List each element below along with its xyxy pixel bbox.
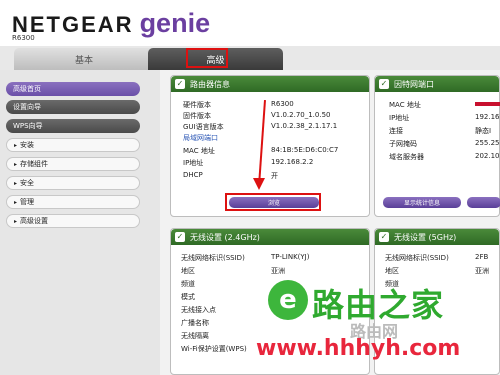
info-key: MAC 地址 bbox=[183, 147, 215, 155]
info-value: 2FB bbox=[475, 253, 489, 261]
sidebar-item-label: 存储组件 bbox=[20, 160, 49, 168]
info-key: 无线网络标识(SSID) bbox=[385, 254, 449, 262]
panel-header: ✓ 无线设置 (2.4GHz) bbox=[171, 229, 369, 245]
watermark-logo-icon: e bbox=[268, 280, 308, 320]
sidebar-item-setup[interactable]: ▸ 安装 bbox=[6, 138, 140, 152]
info-key: 连接 bbox=[389, 127, 403, 135]
expand-arrow-icon: ▸ bbox=[14, 160, 18, 168]
brand-logo: NETGEAR genie bbox=[12, 8, 210, 39]
sidebar-item-wps-wizard[interactable]: WPS向导 bbox=[6, 119, 140, 133]
sidebar-item-label: 安全 bbox=[20, 179, 35, 187]
sidebar-item-label: WPS向导 bbox=[13, 122, 43, 130]
info-key: IP地址 bbox=[183, 159, 204, 167]
info-value: 202.10 bbox=[475, 152, 500, 160]
model-label: R6300 bbox=[12, 34, 35, 42]
panel-header: ✓ 无线设置 (5GHz) bbox=[375, 229, 499, 245]
sidebar-item-label: 高级首页 bbox=[13, 85, 41, 93]
info-key: 无线接入点 bbox=[181, 306, 216, 314]
info-key: GUI语言版本 bbox=[183, 123, 224, 131]
highlight-box-advanced-tab bbox=[186, 48, 228, 68]
checkmark-icon: ✓ bbox=[175, 232, 185, 242]
panel-title: 无线设置 (5GHz) bbox=[394, 232, 457, 242]
info-value: 192.16 bbox=[475, 113, 500, 121]
info-value: 亚洲 bbox=[475, 267, 489, 275]
info-value: TP-LINK(YJ) bbox=[271, 253, 310, 261]
info-key: 域名服务器 bbox=[389, 153, 424, 161]
show-statistics-button[interactable]: 显示统计信息 bbox=[383, 197, 461, 208]
info-value: R6300 bbox=[271, 100, 294, 108]
sidebar-item-advanced-home[interactable]: 高级首页 bbox=[6, 82, 140, 96]
sidebar-item-security[interactable]: ▸ 安全 bbox=[6, 176, 140, 190]
expand-arrow-icon: ▸ bbox=[14, 179, 18, 187]
info-value: 192.168.2.2 bbox=[271, 158, 314, 166]
lan-port-link[interactable]: 局域网端口 bbox=[183, 133, 218, 143]
info-value: 开 bbox=[271, 172, 278, 180]
info-key: 广播名称 bbox=[181, 319, 209, 327]
watermark-url: www.hhhyh.com bbox=[256, 336, 461, 361]
info-value: V1.0.2.38_2.1.17.1 bbox=[271, 122, 338, 130]
annotation-arrowhead-icon bbox=[253, 178, 265, 190]
sidebar-item-label: 管理 bbox=[20, 198, 35, 206]
info-key: 地区 bbox=[385, 267, 399, 275]
mac-redacted-bar bbox=[475, 102, 500, 106]
info-value: 255.25 bbox=[475, 139, 500, 147]
info-key: 模式 bbox=[181, 293, 195, 301]
sidebar: 高级首页 设置向导 WPS向导 ▸ 安装 ▸ 存储组件 ▸ 安全 ▸ 管理 ▸ 高级设置 bbox=[0, 70, 160, 375]
info-key: 固件版本 bbox=[183, 112, 211, 120]
info-value: 84:1B:5E:D6:C0:C7 bbox=[271, 146, 339, 154]
sidebar-item-storage[interactable]: ▸ 存储组件 bbox=[6, 157, 140, 171]
info-key: IP地址 bbox=[389, 114, 410, 122]
connection-status-button[interactable] bbox=[467, 197, 500, 208]
panel-title: 路由器信息 bbox=[190, 79, 230, 89]
sidebar-item-label: 设置向导 bbox=[13, 103, 41, 111]
info-key: DHCP bbox=[183, 171, 203, 179]
info-key: MAC 地址 bbox=[389, 101, 421, 109]
header: NETGEAR genie R6300 bbox=[0, 0, 500, 48]
info-key: 频道 bbox=[181, 280, 195, 288]
info-key: 硬件版本 bbox=[183, 101, 211, 109]
info-value: V1.0.2.70_1.0.50 bbox=[271, 111, 331, 119]
checkmark-icon: ✓ bbox=[379, 232, 389, 242]
expand-arrow-icon: ▸ bbox=[14, 198, 18, 206]
info-key: 子网掩码 bbox=[389, 140, 417, 148]
info-value: 亚洲 bbox=[271, 267, 285, 275]
panel-header: ✓ 路由器信息 bbox=[171, 76, 369, 92]
info-key: 无线隔离 bbox=[181, 332, 209, 340]
brand-product: genie bbox=[139, 8, 211, 38]
expand-arrow-icon: ▸ bbox=[14, 217, 18, 225]
panel-title: 无线设置 (2.4GHz) bbox=[190, 232, 260, 242]
checkmark-icon: ✓ bbox=[379, 79, 389, 89]
sidebar-item-administration[interactable]: ▸ 管理 bbox=[6, 195, 140, 209]
sidebar-item-advanced-setup[interactable]: ▸ 高级设置 bbox=[6, 214, 140, 228]
sidebar-item-label: 安装 bbox=[20, 141, 35, 149]
info-key: 地区 bbox=[181, 267, 195, 275]
highlight-box-browse bbox=[225, 193, 321, 211]
tab-basic[interactable]: 基本 bbox=[14, 48, 154, 70]
checkmark-icon: ✓ bbox=[175, 79, 185, 89]
sidebar-item-setup-wizard[interactable]: 设置向导 bbox=[6, 100, 140, 114]
info-key: Wi-Fi保护设置(WPS) bbox=[181, 345, 247, 353]
internet-port-panel: ✓ 因特网端口 MAC 地址 IP地址 192.16 连接 静态I 子网掩码 25… bbox=[374, 75, 500, 217]
info-key: 无线网络标识(SSID) bbox=[181, 254, 245, 262]
sidebar-item-label: 高级设置 bbox=[20, 217, 49, 225]
panel-header: ✓ 因特网端口 bbox=[375, 76, 499, 92]
panel-title: 因特网端口 bbox=[394, 79, 434, 89]
expand-arrow-icon: ▸ bbox=[14, 141, 18, 149]
info-value: 静态I bbox=[475, 127, 492, 135]
